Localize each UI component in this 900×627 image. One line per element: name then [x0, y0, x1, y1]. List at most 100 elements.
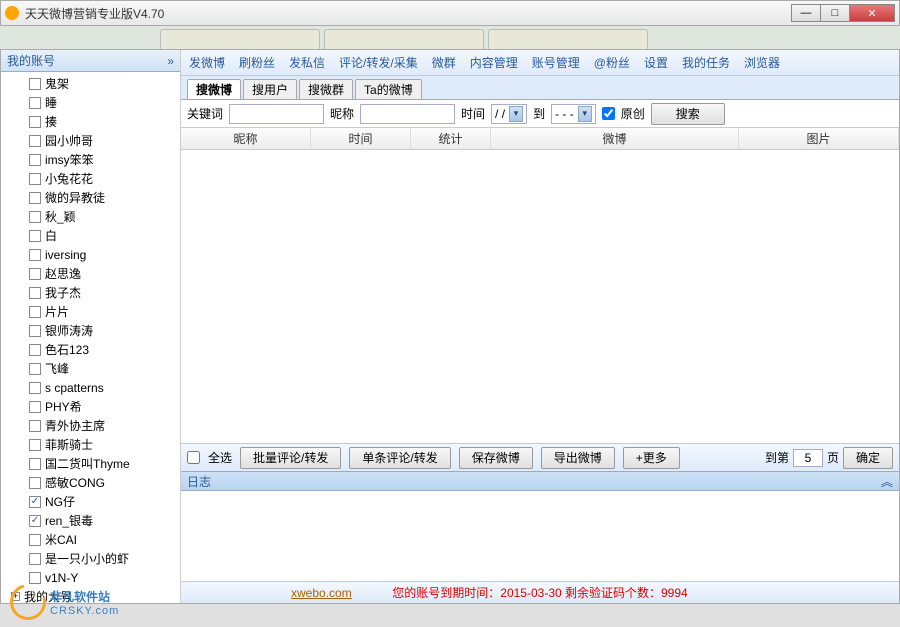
checkbox-icon[interactable] [29, 287, 41, 299]
tree-item[interactable]: 片片 [1, 302, 180, 321]
minimize-button[interactable]: — [791, 4, 821, 22]
menu-item[interactable]: 发私信 [289, 54, 325, 71]
tree-item[interactable]: 赵思逸 [1, 264, 180, 283]
batch-comment-button[interactable]: 批量评论/转发 [240, 447, 341, 469]
log-header[interactable]: 日志 ︽ [181, 471, 899, 491]
checkbox-icon[interactable] [29, 363, 41, 375]
browser-tab[interactable] [488, 29, 648, 49]
col-time[interactable]: 时间 [311, 128, 411, 149]
col-nickname[interactable]: 昵称 [181, 128, 311, 149]
page-input[interactable] [793, 449, 823, 467]
tree-item[interactable]: 秋_颖 [1, 207, 180, 226]
date-from-dropdown[interactable]: / /▾ [491, 104, 527, 124]
tree-item[interactable]: 青外协主席 [1, 416, 180, 435]
checkbox-icon[interactable] [29, 382, 41, 394]
checkbox-icon[interactable] [29, 230, 41, 242]
tree-item-label: 银师涛涛 [45, 322, 93, 339]
tree-item[interactable]: s cpatterns [1, 378, 180, 397]
menu-item[interactable]: 发微博 [189, 54, 225, 71]
tree-item[interactable]: 感敏CONG [1, 473, 180, 492]
checkbox-icon[interactable] [29, 572, 41, 584]
expand-icon[interactable]: + [11, 592, 20, 601]
checkbox-icon[interactable] [29, 173, 41, 185]
checkbox-icon[interactable] [29, 135, 41, 147]
menu-item[interactable]: 账号管理 [532, 54, 580, 71]
tree-item[interactable]: 色石123 [1, 340, 180, 359]
browser-tab[interactable] [160, 29, 320, 49]
checkbox-icon[interactable] [29, 78, 41, 90]
subtab[interactable]: Ta的微博 [355, 79, 422, 99]
tree-item[interactable]: 我子杰 [1, 283, 180, 302]
menu-item[interactable]: 我的任务 [682, 54, 730, 71]
checkbox-icon[interactable] [29, 211, 41, 223]
tree-item[interactable]: 菲斯骑士 [1, 435, 180, 454]
tree-item[interactable]: ✓ren_银毒 [1, 511, 180, 530]
close-button[interactable]: ✕ [849, 4, 895, 22]
sidebar-header[interactable]: 我的账号 » [1, 50, 180, 72]
save-weibo-button[interactable]: 保存微博 [459, 447, 533, 469]
checkbox-icon[interactable] [29, 116, 41, 128]
checkbox-icon[interactable]: ✓ [29, 515, 41, 527]
col-stats[interactable]: 统计 [411, 128, 491, 149]
checkbox-icon[interactable]: ✓ [29, 496, 41, 508]
checkbox-icon[interactable] [29, 420, 41, 432]
tree-item[interactable]: iversing [1, 245, 180, 264]
subtab[interactable]: 搜用户 [243, 79, 297, 99]
menu-item[interactable]: @粉丝 [594, 54, 630, 71]
export-weibo-button[interactable]: 导出微博 [541, 447, 615, 469]
single-comment-button[interactable]: 单条评论/转发 [349, 447, 450, 469]
checkbox-icon[interactable] [29, 344, 41, 356]
menu-item[interactable]: 微群 [432, 54, 456, 71]
search-button[interactable]: 搜索 [651, 103, 725, 125]
tree-item[interactable]: 睡 [1, 93, 180, 112]
checkbox-icon[interactable] [29, 553, 41, 565]
tree-item[interactable]: 银师涛涛 [1, 321, 180, 340]
tree-item[interactable]: ✓NG仔 [1, 492, 180, 511]
checkbox-icon[interactable] [29, 534, 41, 546]
tree-item[interactable]: 揍 [1, 112, 180, 131]
more-button[interactable]: +更多 [623, 447, 680, 469]
checkbox-icon[interactable] [29, 458, 41, 470]
tree-item[interactable]: imsy笨笨 [1, 150, 180, 169]
checkbox-icon[interactable] [29, 477, 41, 489]
browser-tab[interactable] [324, 29, 484, 49]
menu-item[interactable]: 刷粉丝 [239, 54, 275, 71]
page-ok-button[interactable]: 确定 [843, 447, 893, 469]
checkbox-icon[interactable] [29, 268, 41, 280]
checkbox-icon[interactable] [29, 97, 41, 109]
menu-item[interactable]: 评论/转发/采集 [339, 54, 418, 71]
tree-item[interactable]: PHY希 [1, 397, 180, 416]
checkbox-icon[interactable] [29, 306, 41, 318]
checkbox-icon[interactable] [29, 325, 41, 337]
menu-item[interactable]: 浏览器 [744, 54, 780, 71]
checkbox-icon[interactable] [29, 401, 41, 413]
col-image[interactable]: 图片 [739, 128, 899, 149]
original-checkbox[interactable] [602, 107, 615, 120]
subtab[interactable]: 搜微群 [299, 79, 353, 99]
keyword-input[interactable] [229, 104, 324, 124]
subtab[interactable]: 搜微博 [187, 79, 241, 99]
tree-item[interactable]: 是一只小小的虾 [1, 549, 180, 568]
menu-item[interactable]: 内容管理 [470, 54, 518, 71]
watermark-domain: CRSKY.com [50, 605, 119, 617]
maximize-button[interactable]: □ [820, 4, 850, 22]
tree-item[interactable]: 飞峰 [1, 359, 180, 378]
tree-item[interactable]: 园小帅哥 [1, 131, 180, 150]
checkbox-icon[interactable] [29, 154, 41, 166]
nickname-input[interactable] [360, 104, 455, 124]
col-weibo[interactable]: 微博 [491, 128, 739, 149]
date-to-dropdown[interactable]: - - -▾ [551, 104, 596, 124]
tree-item[interactable]: 微的异教徒 [1, 188, 180, 207]
tree-item[interactable]: 国二货叫Thyme [1, 454, 180, 473]
checkbox-icon[interactable] [29, 439, 41, 451]
tree-item[interactable]: 白 [1, 226, 180, 245]
checkbox-icon[interactable] [29, 192, 41, 204]
tree-item[interactable]: 鬼架 [1, 74, 180, 93]
tree-group[interactable]: +我的大号 [1, 587, 180, 603]
tree-item[interactable]: v1N-Y [1, 568, 180, 587]
tree-item[interactable]: 米CAI [1, 530, 180, 549]
tree-item[interactable]: 小兔花花 [1, 169, 180, 188]
selectall-checkbox[interactable] [187, 451, 200, 464]
menu-item[interactable]: 设置 [644, 54, 668, 71]
checkbox-icon[interactable] [29, 249, 41, 261]
